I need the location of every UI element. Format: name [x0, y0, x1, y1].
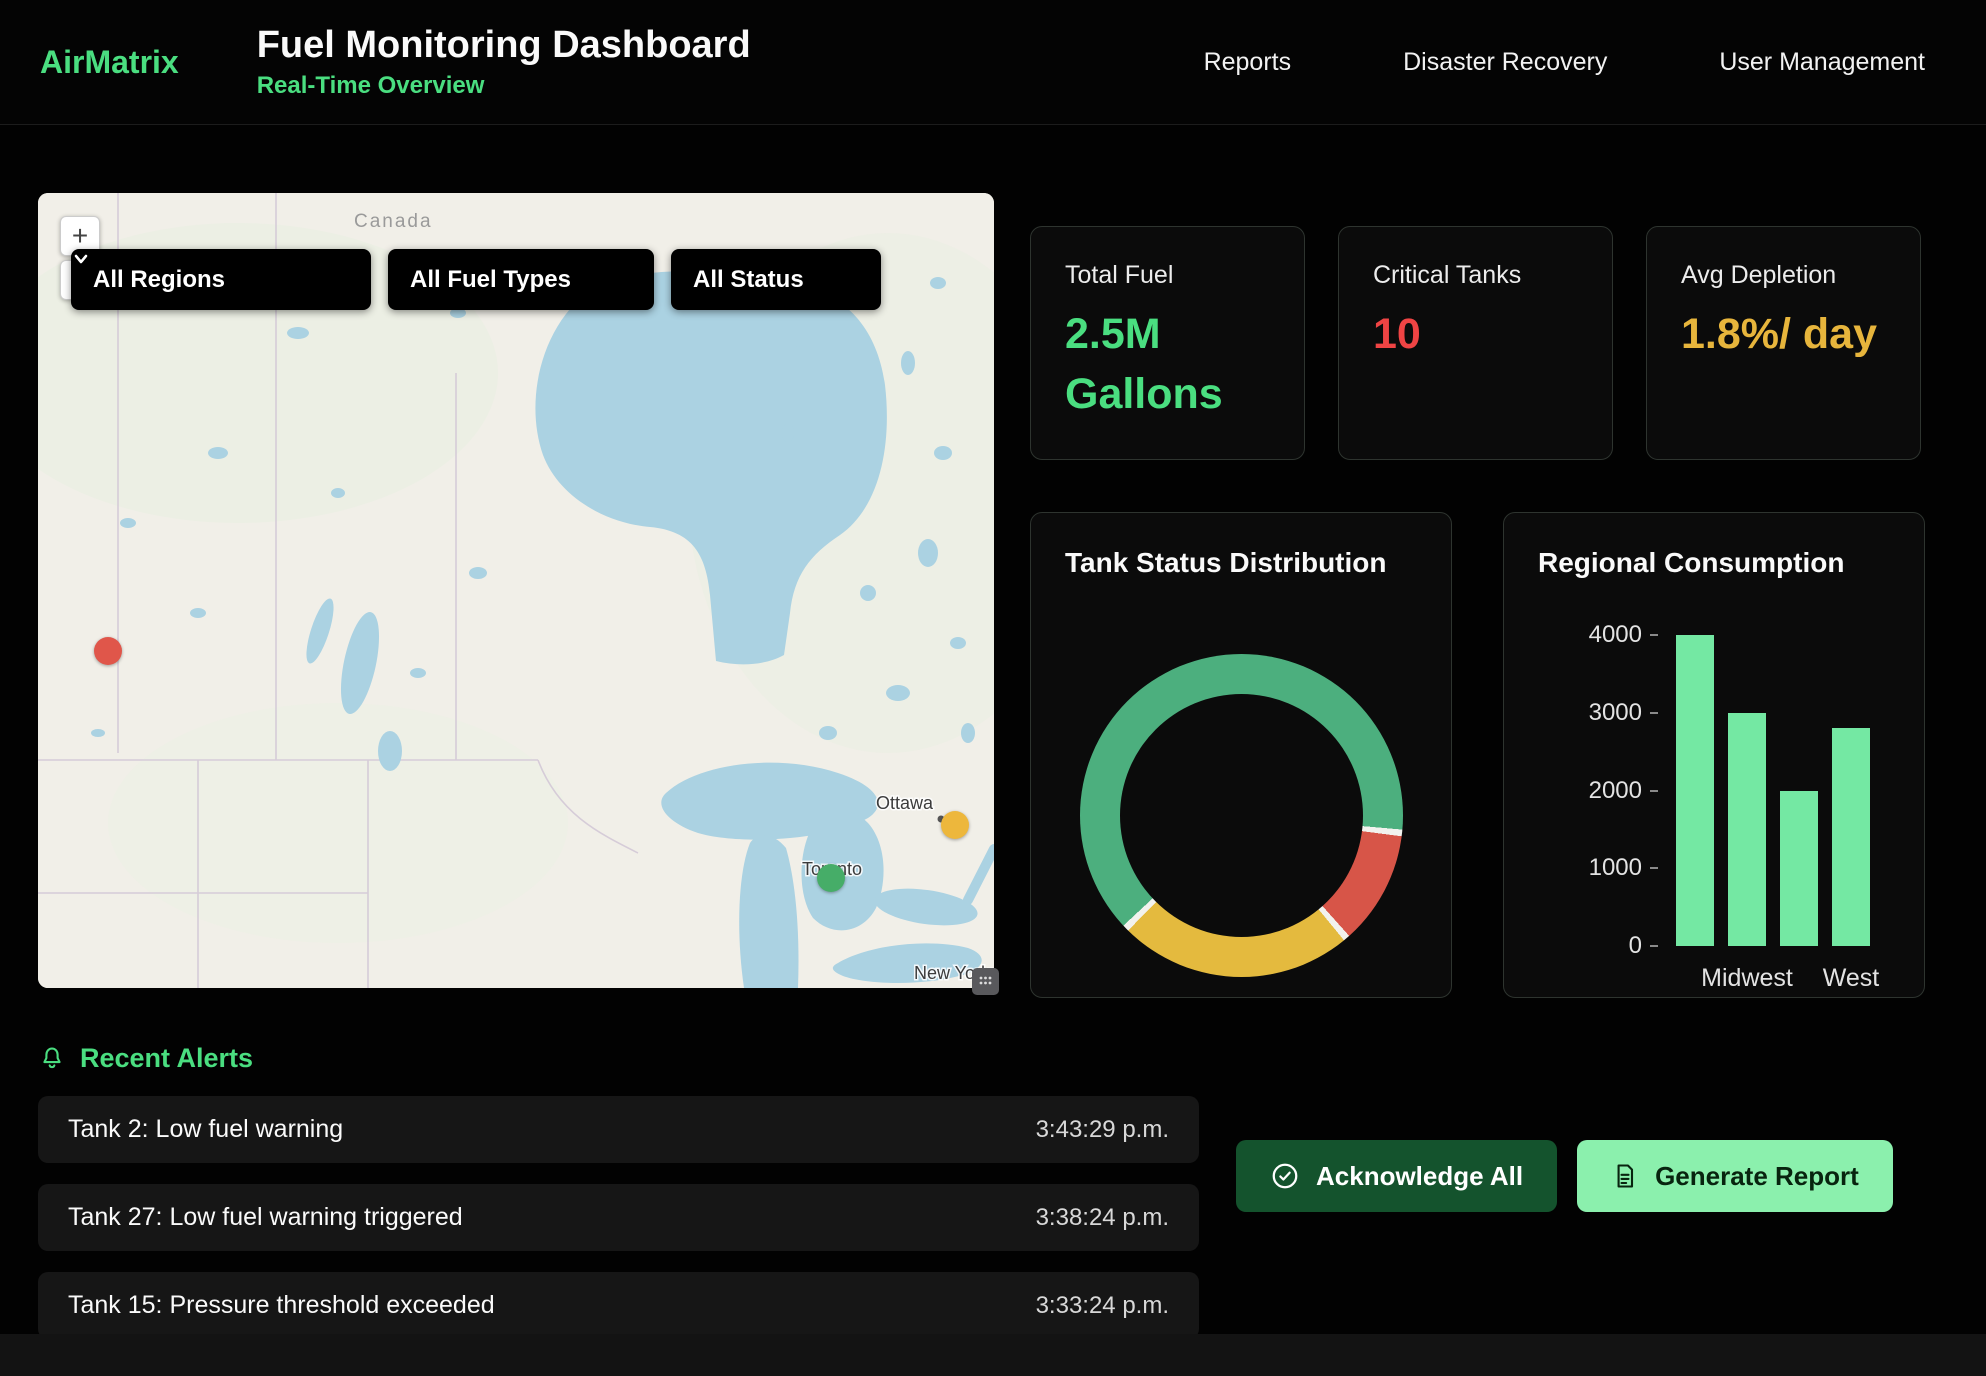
y-axis-tick-label: 0 — [1504, 931, 1642, 961]
stat-value-total-fuel: 2.5M Gallons — [1065, 304, 1270, 424]
main-content: Canada Ottawa Toronto New York + − All R… — [0, 125, 1986, 998]
y-axis-tick-label: 1000 — [1504, 853, 1642, 883]
alerts-header: Recent Alerts — [38, 1043, 1986, 1074]
stat-label: Avg Depletion — [1681, 261, 1886, 290]
chart-title: Tank Status Distribution — [1031, 513, 1451, 579]
status-filter-dropdown[interactable]: All Status — [671, 249, 881, 310]
map-marker-critical[interactable] — [94, 637, 122, 665]
stat-value-avg-depletion: 1.8%/ day — [1681, 304, 1886, 364]
status-filter-value: All Status — [693, 266, 804, 294]
check-circle-icon — [1270, 1161, 1300, 1191]
region-filter-value: All Regions — [93, 266, 225, 294]
map-markers-layer — [38, 193, 994, 988]
stat-card-total-fuel: Total Fuel 2.5M Gallons — [1030, 226, 1305, 460]
alert-row[interactable]: Tank 15: Pressure threshold exceeded 3:3… — [38, 1272, 1199, 1339]
y-axis-tick-label: 2000 — [1504, 776, 1642, 806]
stats-row: Total Fuel 2.5M Gallons Critical Tanks 1… — [1030, 226, 1930, 460]
alerts-actions: Acknowledge All Generate Report — [1236, 1140, 1893, 1212]
y-axis-tick-mark — [1650, 945, 1658, 947]
alert-timestamp: 3:43:29 p.m. — [1036, 1116, 1169, 1144]
y-axis-tick-mark — [1650, 790, 1658, 792]
stat-label: Critical Tanks — [1373, 261, 1578, 290]
document-icon — [1611, 1162, 1639, 1190]
fuel-type-filter-dropdown[interactable]: All Fuel Types — [388, 249, 654, 310]
alert-timestamp: 3:33:24 p.m. — [1036, 1292, 1169, 1320]
x-axis-label: Midwest — [1701, 964, 1793, 993]
acknowledge-all-button[interactable]: Acknowledge All — [1236, 1140, 1557, 1212]
alert-row[interactable]: Tank 27: Low fuel warning triggered 3:38… — [38, 1184, 1199, 1251]
dashboard-right-column: Total Fuel 2.5M Gallons Critical Tanks 1… — [1030, 193, 1930, 998]
map-attribution-toggle[interactable] — [972, 968, 999, 995]
consumption-bar — [1728, 713, 1766, 946]
acknowledge-all-label: Acknowledge All — [1316, 1161, 1523, 1192]
nav-item-disaster-recovery[interactable]: Disaster Recovery — [1403, 48, 1607, 77]
nav-item-user-management[interactable]: User Management — [1719, 48, 1925, 77]
tank-status-donut-chart — [1080, 654, 1403, 977]
fuel-type-filter-value: All Fuel Types — [410, 266, 571, 294]
main-nav: Reports Disaster Recovery User Managemen… — [1204, 48, 1925, 77]
map[interactable]: Canada Ottawa Toronto New York + − All R… — [38, 193, 994, 988]
consumption-bar — [1780, 791, 1818, 947]
regional-consumption-chart-card: Regional Consumption 0 1000 2000 3000 4000 Mi… — [1503, 512, 1925, 998]
y-axis-tick-mark — [1650, 634, 1658, 636]
page-title: Fuel Monitoring Dashboard — [257, 24, 751, 67]
alert-message: Tank 2: Low fuel warning — [68, 1115, 343, 1144]
grip-dots-icon — [978, 974, 993, 989]
stat-value-critical-tanks: 10 — [1373, 304, 1578, 364]
alerts-title: Recent Alerts — [80, 1043, 253, 1074]
y-axis-tick-label: 4000 — [1504, 620, 1642, 650]
app-header: AirMatrix Fuel Monitoring Dashboard Real… — [0, 0, 1986, 125]
x-axis-label: West — [1823, 964, 1880, 993]
alert-timestamp: 3:38:24 p.m. — [1036, 1204, 1169, 1232]
stat-card-avg-depletion: Avg Depletion 1.8%/ day — [1646, 226, 1921, 460]
charts-row: Tank Status Distribution Regional Consum… — [1030, 512, 1930, 998]
map-filter-bar: All Regions All Fuel Types All Status — [71, 249, 881, 310]
stat-label: Total Fuel — [1065, 261, 1270, 290]
y-axis-tick-mark — [1650, 712, 1658, 714]
map-marker-normal[interactable] — [817, 864, 845, 892]
y-axis-tick-mark — [1650, 867, 1658, 869]
page-subtitle: Real-Time Overview — [257, 72, 751, 100]
map-marker-warning[interactable] — [941, 811, 969, 839]
alert-message: Tank 15: Pressure threshold exceeded — [68, 1291, 495, 1320]
generate-report-button[interactable]: Generate Report — [1577, 1140, 1893, 1212]
chart-title: Regional Consumption — [1504, 513, 1924, 579]
tank-status-chart-card: Tank Status Distribution — [1030, 512, 1452, 998]
generate-report-label: Generate Report — [1655, 1161, 1859, 1192]
nav-item-reports[interactable]: Reports — [1204, 48, 1292, 77]
map-container: Canada Ottawa Toronto New York + − All R… — [38, 193, 994, 988]
regional-consumption-bar-chart: 0 1000 2000 3000 4000 Midwest West — [1504, 621, 1924, 997]
alert-row[interactable]: Tank 2: Low fuel warning 3:43:29 p.m. — [38, 1096, 1199, 1163]
y-axis-tick-label: 3000 — [1504, 698, 1642, 728]
stat-card-critical-tanks: Critical Tanks 10 — [1338, 226, 1613, 460]
alert-message: Tank 27: Low fuel warning triggered — [68, 1203, 463, 1232]
region-filter-dropdown[interactable]: All Regions — [71, 249, 371, 310]
consumption-bar — [1832, 728, 1870, 946]
brand-logo: AirMatrix — [40, 44, 179, 81]
consumption-bar — [1676, 635, 1714, 946]
bottom-strip — [0, 1334, 1986, 1376]
bell-icon — [38, 1045, 66, 1073]
alert-list: Tank 2: Low fuel warning 3:43:29 p.m. Ta… — [38, 1096, 1199, 1339]
title-block: Fuel Monitoring Dashboard Real-Time Over… — [257, 24, 751, 100]
